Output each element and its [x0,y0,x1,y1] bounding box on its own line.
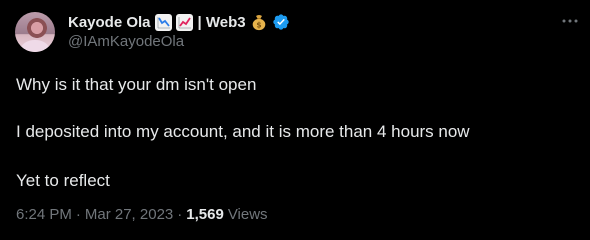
author-name-suffix: | Web3 [197,13,246,31]
meta-separator: · [75,206,81,223]
tweet-text-line-3: Yet to reflect [16,171,110,190]
more-options-icon[interactable] [560,11,580,31]
tweet-date[interactable]: Mar 27, 2023 [85,206,173,223]
money-bag-icon: $ [250,13,268,31]
tweet-meta: 6:24 PM · Mar 27, 2023 · 1,569 Views [16,206,268,223]
author-header: Kayode Ola | Web3 $ [68,12,290,32]
tweet-text-line-1: Why is it that your dm isn't open [16,75,257,94]
author-display-name[interactable]: Kayode Ola [68,14,151,31]
tweet-card: Kayode Ola | Web3 $ @IAmKayodeOla Why is… [0,0,590,240]
author-handle[interactable]: @IAmKayodeOla [68,33,184,50]
tweet-text-line-2: I deposited into my account, and it is m… [16,122,470,141]
chart-increasing-icon [175,13,193,31]
avatar[interactable] [15,12,55,52]
svg-text:$: $ [256,20,261,29]
avatar-tint [15,12,55,52]
tweet-time[interactable]: 6:24 PM [16,206,72,223]
verified-badge-icon [272,13,290,31]
chart-decreasing-icon [154,13,172,31]
meta-separator: · [177,206,183,223]
views-label: Views [227,206,268,223]
views-count: 1,569 [186,206,224,223]
